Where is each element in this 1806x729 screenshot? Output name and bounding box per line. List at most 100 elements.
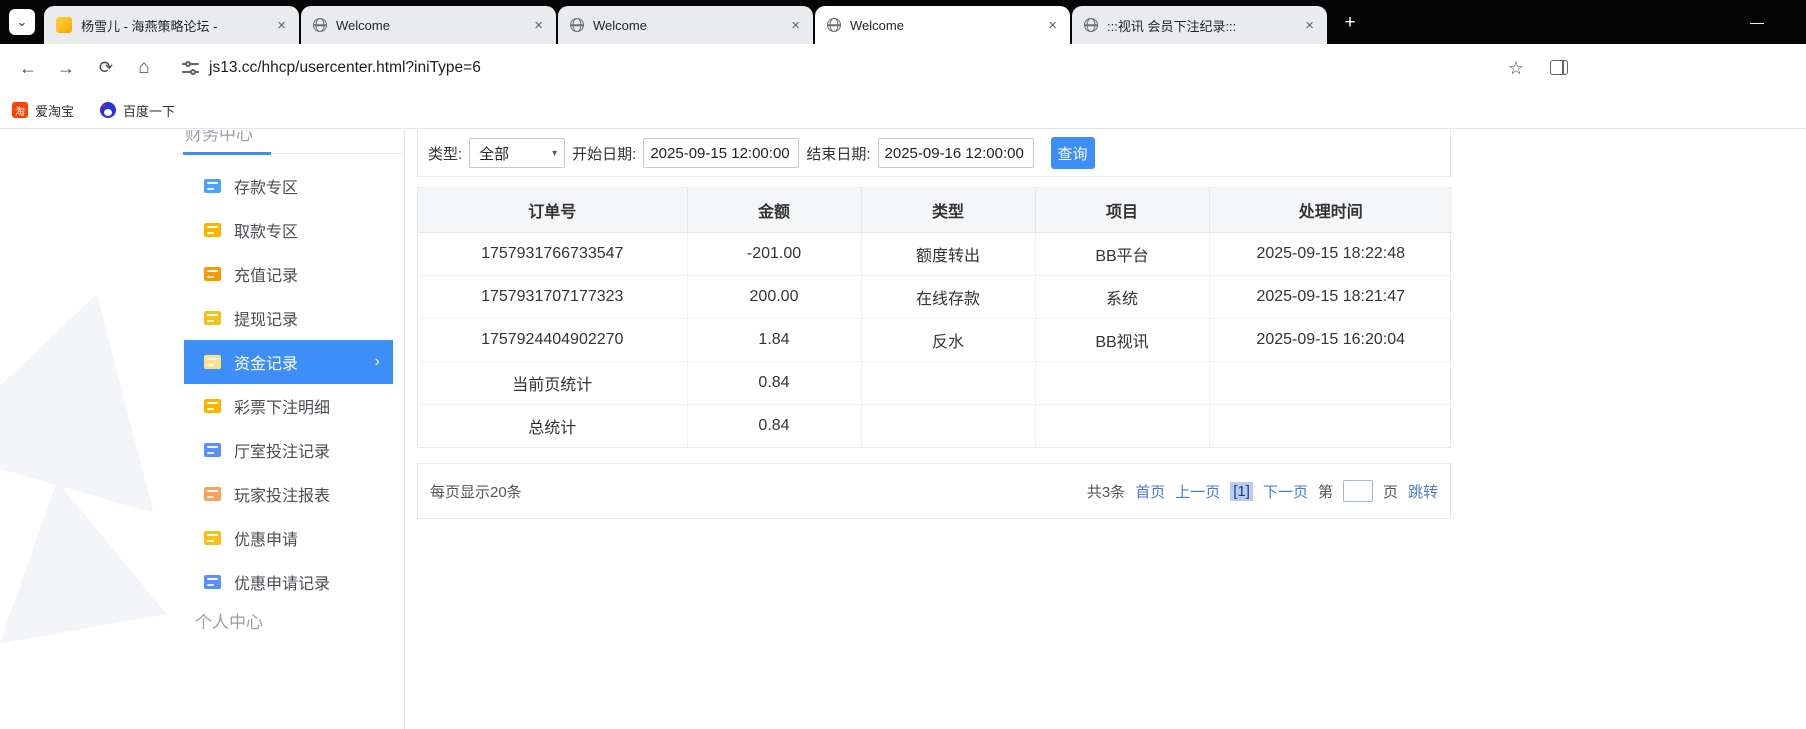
sidebar-section-personal: 个人中心	[195, 613, 263, 632]
baidu-icon	[100, 102, 117, 118]
sidebar-item-label: 存款专区	[234, 180, 299, 197]
withdrawal-record-icon	[204, 311, 221, 325]
funds-record-table-container: 订单号 金额 类型 项目 处理时间 1757931766733547 -201.…	[417, 187, 1452, 448]
sidebar-item-lottery-bet-detail[interactable]: 彩票下注明细	[184, 384, 393, 428]
cell-project: BB平台	[1034, 231, 1210, 276]
jump-label-post: 页	[1382, 483, 1398, 501]
table-row: 1757924404902270 1.84 反水 BB视讯 2025-09-15…	[418, 317, 1452, 362]
sidebar-item-label: 优惠申请记录	[234, 576, 331, 593]
current-page-indicator: [1]	[1230, 481, 1253, 501]
chevron-down-icon: ▾	[552, 147, 558, 159]
col-process-time: 处理时间	[1208, 188, 1452, 233]
cell-amount: 0.84	[686, 403, 862, 447]
sidebar-item-withdraw-zone[interactable]: 取款专区	[184, 208, 393, 252]
bookmark-star-button[interactable]: ☆	[1502, 54, 1530, 82]
tab-search-button[interactable]: ⌄	[9, 9, 35, 35]
sidebar-item-player-bet-report[interactable]: 玩家投注报表	[184, 472, 393, 516]
tab-title: Welcome	[336, 17, 390, 33]
cell-type: 在线存款	[860, 274, 1036, 319]
col-project: 项目	[1034, 188, 1210, 233]
deposit-icon	[204, 179, 221, 193]
start-date-label: 开始日期:	[572, 145, 637, 163]
sidebar-section-finance: 财务中心	[177, 130, 404, 155]
tab-close-icon[interactable]: ×	[1045, 17, 1060, 34]
page-content: 财务中心 存款专区 取款专区 充值记录 提现记录 资金记录 › 彩票下注明细 厅…	[0, 130, 1806, 729]
sidebar-item-room-bet-record[interactable]: 厅室投注记录	[184, 428, 393, 472]
side-panel-icon[interactable]	[1550, 60, 1568, 75]
tab-close-icon[interactable]: ×	[531, 17, 546, 34]
sidebar-item-recharge-record[interactable]: 充值记录	[184, 252, 393, 296]
table-header-row: 订单号 金额 类型 项目 处理时间	[418, 188, 1452, 233]
tab-close-icon[interactable]: ×	[274, 17, 289, 34]
table-row-grand-total: 总统计 0.84	[418, 403, 1452, 447]
forward-button[interactable]: →	[52, 54, 80, 82]
sidebar-item-promo-apply-record[interactable]: 优惠申请记录	[184, 560, 393, 604]
site-settings-icon[interactable]	[182, 61, 199, 75]
sidebar-item-label: 充值记录	[234, 268, 299, 285]
prev-page-link[interactable]: 上一页	[1175, 481, 1220, 502]
bookmark-label: 百度一下	[123, 103, 176, 119]
globe-favicon-icon	[827, 18, 841, 32]
col-amount: 金额	[686, 188, 862, 233]
cell-empty	[1034, 403, 1210, 447]
col-type: 类型	[860, 188, 1036, 233]
type-select-value: 全部	[479, 145, 510, 163]
url-bar[interactable]: js13.cc/hhcp/usercenter.html?iniType=6	[209, 44, 809, 92]
tab-close-icon[interactable]: ×	[788, 17, 803, 34]
bookmark-baidu[interactable]: 百度一下	[100, 101, 175, 120]
tab-forum[interactable]: 杨雪儿 - 海燕策略论坛 - ×	[44, 6, 299, 44]
forward-icon: →	[57, 57, 75, 78]
sidebar-item-label: 取款专区	[234, 224, 299, 241]
withdraw-icon	[204, 223, 221, 237]
page-size-text: 每页显示20条	[430, 483, 522, 501]
cell-order-id: 1757931707177323	[418, 274, 688, 319]
new-tab-button[interactable]: +	[1337, 10, 1363, 36]
cell-project: BB视讯	[1034, 317, 1210, 362]
cell-order-id: 1757924404902270	[418, 317, 688, 362]
bookmark-taobao[interactable]: 淘 爱淘宝	[12, 101, 74, 120]
back-icon: ←	[19, 57, 37, 78]
chevron-right-icon: ›	[374, 353, 380, 370]
sidebar-item-label: 提现记录	[234, 312, 299, 329]
first-page-link[interactable]: 首页	[1135, 481, 1165, 502]
lottery-bet-detail-icon	[204, 399, 221, 413]
funds-record-table: 订单号 金额 类型 项目 处理时间 1757931766733547 -201.…	[418, 188, 1452, 447]
page-jump-input[interactable]	[1342, 480, 1373, 502]
funds-record-main: 类型: 全部 ▾ 开始日期: 结束日期: 查询 订单号 金额 类型 项目 处理时	[417, 130, 1452, 519]
back-button[interactable]: ←	[14, 54, 42, 82]
sidebar-item-label: 资金记录	[234, 356, 299, 373]
query-button[interactable]: 查询	[1050, 137, 1095, 169]
cell-amount: 0.84	[686, 360, 862, 405]
tab-welcome-2[interactable]: Welcome ×	[558, 6, 813, 44]
sidebar-item-promo-apply[interactable]: 优惠申请	[184, 516, 393, 560]
tab-title: Welcome	[593, 17, 647, 33]
type-label: 类型:	[428, 145, 463, 163]
tab-close-icon[interactable]: ×	[1302, 17, 1317, 34]
jump-action-link[interactable]: 跳转	[1408, 481, 1438, 502]
window-minimize-button[interactable]: —	[1742, 8, 1772, 36]
sidebar-item-withdrawal-record[interactable]: 提现记录	[184, 296, 393, 340]
filter-bar: 类型: 全部 ▾ 开始日期: 结束日期: 查询	[417, 130, 1451, 177]
sidebar-item-funds-record[interactable]: 资金记录 ›	[184, 340, 393, 384]
tab-video-records[interactable]: :::视讯 会员下注纪录::: ×	[1072, 6, 1327, 44]
home-button[interactable]: ⌂	[130, 54, 158, 82]
plus-icon: +	[1344, 12, 1356, 33]
home-icon: ⌂	[138, 57, 150, 78]
reload-button[interactable]: ⟳	[92, 54, 120, 82]
tab-title: Welcome	[850, 17, 904, 33]
globe-favicon-icon	[1084, 18, 1098, 32]
sidebar-item-deposit-zone[interactable]: 存款专区	[184, 164, 393, 208]
minimize-icon: —	[1750, 14, 1764, 30]
star-icon: ☆	[1507, 57, 1525, 78]
next-page-link[interactable]: 下一页	[1263, 481, 1308, 502]
tab-welcome-active[interactable]: Welcome ×	[815, 6, 1070, 44]
browser-toolbar: ← → ⟳ ⌂ js13.cc/hhcp/usercenter.html?ini…	[0, 44, 1806, 92]
globe-favicon-icon	[313, 18, 327, 32]
tab-strip: 杨雪儿 - 海燕策略论坛 - × Welcome × Welcome × Wel…	[44, 6, 1327, 44]
tab-welcome-1[interactable]: Welcome ×	[301, 6, 556, 44]
end-date-input[interactable]	[877, 138, 1034, 168]
start-date-input[interactable]	[643, 138, 800, 168]
type-select[interactable]: 全部 ▾	[469, 138, 566, 168]
end-date-label: 结束日期:	[806, 145, 871, 163]
funds-record-icon	[204, 355, 221, 369]
